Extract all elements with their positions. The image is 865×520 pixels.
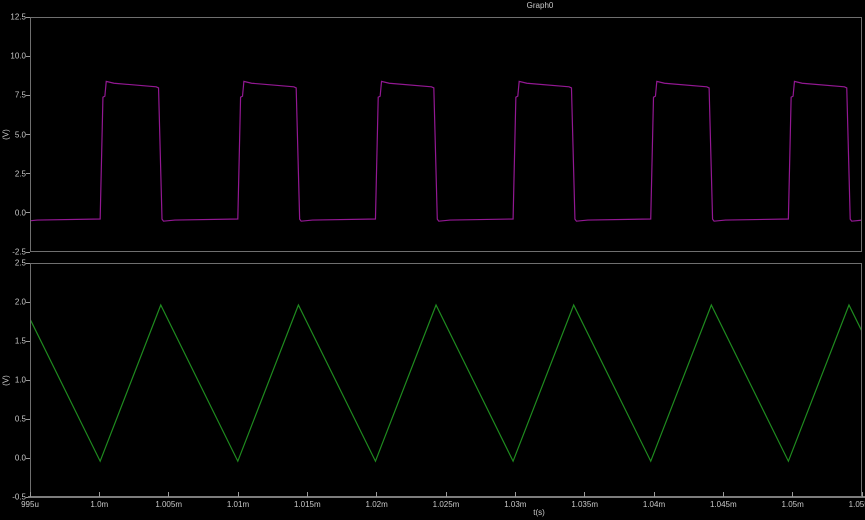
square-wave-plot-area[interactable] — [30, 17, 862, 252]
x-tick-mark — [862, 492, 863, 497]
x-tick-mark — [584, 492, 585, 497]
y-tick-label: 10.0 — [0, 52, 26, 61]
y-tick-mark — [26, 458, 30, 459]
y-tick-label: 7.5 — [0, 91, 26, 100]
square-waveform-svg — [31, 18, 861, 251]
x-tick-label: 1.03m — [504, 500, 526, 509]
x-tick-label: 995u — [21, 500, 39, 509]
x-tick-label: 1.015m — [294, 500, 321, 509]
x-tick-mark — [723, 492, 724, 497]
y-tick-label: 2.5 — [0, 169, 26, 178]
x-tick-label: 1.04m — [643, 500, 665, 509]
x-tick-mark — [446, 492, 447, 497]
waveform-viewer-window: Graph0 (V) (V) 12.510.07.55.02.50.0-2.52… — [0, 0, 865, 520]
x-tick-mark — [654, 492, 655, 497]
x-tick-label: 1.02m — [366, 500, 388, 509]
x-tick-mark — [168, 492, 169, 497]
y-tick-mark — [26, 252, 30, 253]
y-tick-label: 2.0 — [0, 298, 26, 307]
y-tick-label: 5.0 — [0, 130, 26, 139]
x-tick-mark — [376, 492, 377, 497]
y-tick-label: 0.5 — [0, 415, 26, 424]
x-axis-label: t(s) — [533, 508, 545, 517]
y-tick-mark — [26, 95, 30, 96]
y-tick-mark — [26, 380, 30, 381]
y-tick-mark — [26, 56, 30, 57]
y-tick-label: 2.5 — [0, 259, 26, 268]
triangle-wave-plot-area[interactable] — [30, 263, 862, 497]
x-tick-label: 1.025m — [433, 500, 460, 509]
y-tick-label: -2.5 — [0, 248, 26, 257]
y-tick-mark — [26, 302, 30, 303]
x-tick-mark — [307, 492, 308, 497]
x-axis-line — [28, 496, 865, 498]
y-tick-label: 0.0 — [0, 454, 26, 463]
graph-title: Graph0 — [527, 1, 554, 10]
y-tick-mark — [26, 263, 30, 264]
x-tick-label: 1.005m — [155, 500, 182, 509]
y-tick-label: 12.5 — [0, 13, 26, 22]
y-tick-mark — [26, 17, 30, 18]
y-tick-mark — [26, 212, 30, 213]
x-tick-mark — [30, 492, 31, 497]
x-tick-label: 1.045m — [710, 500, 737, 509]
y-tick-mark — [26, 341, 30, 342]
triangle-waveform-svg — [31, 264, 861, 496]
y-tick-label: 1.5 — [0, 337, 26, 346]
y-tick-mark — [26, 419, 30, 420]
y-tick-mark — [26, 134, 30, 135]
square-wave-trace — [31, 81, 861, 221]
x-tick-mark — [792, 492, 793, 497]
y-tick-label: 0.0 — [0, 208, 26, 217]
triangle-wave-trace — [31, 305, 861, 461]
x-tick-label: 1.05m — [782, 500, 804, 509]
x-tick-mark — [99, 492, 100, 497]
x-tick-mark — [238, 492, 239, 497]
x-tick-label: 1.035m — [571, 500, 598, 509]
x-tick-label: 1.055m — [849, 500, 865, 509]
x-tick-mark — [515, 492, 516, 497]
x-tick-label: 1.01m — [227, 500, 249, 509]
y-tick-label: 1.0 — [0, 376, 26, 385]
x-tick-label: 1.0m — [90, 500, 108, 509]
y-tick-mark — [26, 173, 30, 174]
